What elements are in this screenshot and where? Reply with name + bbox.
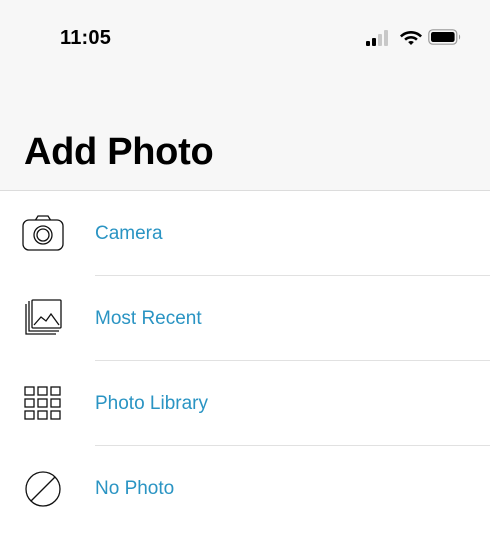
battery-icon xyxy=(428,29,461,45)
wifi-icon xyxy=(400,31,422,45)
photo-stack-icon xyxy=(25,299,62,335)
cellular-signal-icon xyxy=(366,30,388,46)
most-recent-label: Most Recent xyxy=(95,308,202,329)
header: 11:05 Add Photo xyxy=(0,0,490,191)
no-photo-option[interactable]: No Photo xyxy=(0,446,490,531)
no-photo-label: No Photo xyxy=(95,478,175,499)
status-time: 11:05 xyxy=(60,27,112,49)
add-photo-screen: 11:05 Add Photo Camera Most Recent Photo… xyxy=(0,0,490,539)
grid-icon xyxy=(24,386,61,420)
most-recent-option[interactable]: Most Recent xyxy=(0,276,490,361)
prohibited-icon xyxy=(25,471,61,507)
photo-library-label: Photo Library xyxy=(95,393,209,414)
photo-options-list: Camera Most Recent Photo Library No Phot… xyxy=(0,191,490,531)
camera-label: Camera xyxy=(95,223,163,244)
photo-library-option[interactable]: Photo Library xyxy=(0,361,490,446)
status-bar: 11:05 xyxy=(0,0,490,70)
camera-icon xyxy=(22,215,64,251)
page-title: Add Photo xyxy=(24,131,214,173)
camera-option[interactable]: Camera xyxy=(0,191,490,276)
